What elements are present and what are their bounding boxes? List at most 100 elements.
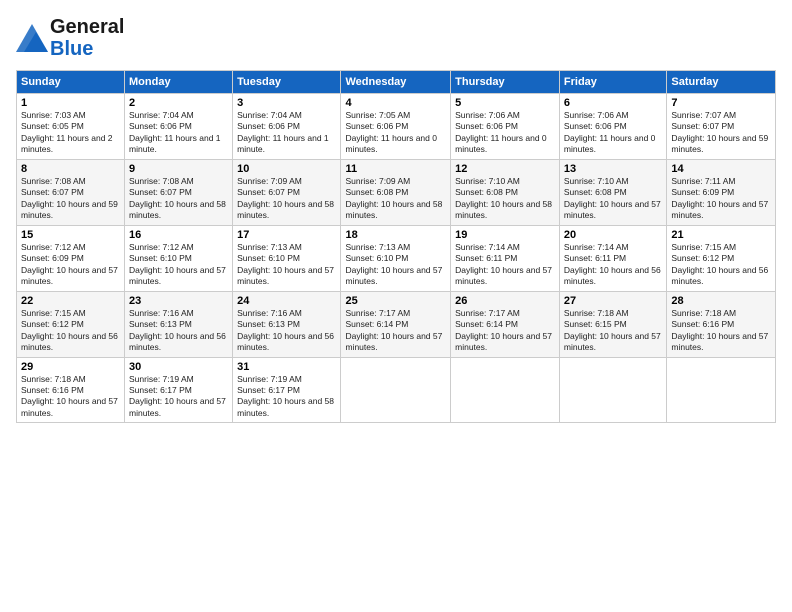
calendar-week-2: 8 Sunrise: 7:08 AMSunset: 6:07 PMDayligh… xyxy=(17,159,776,225)
header-tuesday: Tuesday xyxy=(233,71,341,94)
day-info: Sunrise: 7:08 AMSunset: 6:07 PMDaylight:… xyxy=(129,176,226,220)
calendar-cell: 15 Sunrise: 7:12 AMSunset: 6:09 PMDaylig… xyxy=(17,225,125,291)
day-number: 29 xyxy=(21,361,120,373)
day-info: Sunrise: 7:06 AMSunset: 6:06 PMDaylight:… xyxy=(455,110,547,154)
calendar-week-4: 22 Sunrise: 7:15 AMSunset: 6:12 PMDaylig… xyxy=(17,291,776,357)
day-info: Sunrise: 7:15 AMSunset: 6:12 PMDaylight:… xyxy=(671,242,768,286)
day-info: Sunrise: 7:13 AMSunset: 6:10 PMDaylight:… xyxy=(237,242,334,286)
day-info: Sunrise: 7:19 AMSunset: 6:17 PMDaylight:… xyxy=(237,374,334,418)
calendar-cell: 29 Sunrise: 7:18 AMSunset: 6:16 PMDaylig… xyxy=(17,357,125,423)
day-number: 21 xyxy=(671,229,771,241)
header-monday: Monday xyxy=(125,71,233,94)
day-number: 9 xyxy=(129,163,228,175)
day-number: 11 xyxy=(345,163,446,175)
day-info: Sunrise: 7:11 AMSunset: 6:09 PMDaylight:… xyxy=(671,176,768,220)
day-info: Sunrise: 7:07 AMSunset: 6:07 PMDaylight:… xyxy=(671,110,768,154)
header-thursday: Thursday xyxy=(451,71,560,94)
day-info: Sunrise: 7:12 AMSunset: 6:09 PMDaylight:… xyxy=(21,242,118,286)
calendar-cell: 31 Sunrise: 7:19 AMSunset: 6:17 PMDaylig… xyxy=(233,357,341,423)
calendar-cell: 17 Sunrise: 7:13 AMSunset: 6:10 PMDaylig… xyxy=(233,225,341,291)
day-number: 6 xyxy=(564,97,662,109)
day-number: 30 xyxy=(129,361,228,373)
day-number: 8 xyxy=(21,163,120,175)
day-info: Sunrise: 7:17 AMSunset: 6:14 PMDaylight:… xyxy=(345,308,442,352)
header-saturday: Saturday xyxy=(667,71,776,94)
calendar-cell: 3 Sunrise: 7:04 AMSunset: 6:06 PMDayligh… xyxy=(233,94,341,160)
day-info: Sunrise: 7:08 AMSunset: 6:07 PMDaylight:… xyxy=(21,176,118,220)
logo-text: General Blue xyxy=(50,16,124,60)
day-info: Sunrise: 7:19 AMSunset: 6:17 PMDaylight:… xyxy=(129,374,226,418)
day-info: Sunrise: 7:14 AMSunset: 6:11 PMDaylight:… xyxy=(564,242,661,286)
day-info: Sunrise: 7:05 AMSunset: 6:06 PMDaylight:… xyxy=(345,110,437,154)
calendar-cell: 1 Sunrise: 7:03 AMSunset: 6:05 PMDayligh… xyxy=(17,94,125,160)
day-info: Sunrise: 7:12 AMSunset: 6:10 PMDaylight:… xyxy=(129,242,226,286)
day-number: 19 xyxy=(455,229,555,241)
calendar-cell xyxy=(341,357,451,423)
calendar-cell xyxy=(559,357,666,423)
day-number: 31 xyxy=(237,361,336,373)
day-number: 12 xyxy=(455,163,555,175)
calendar-week-5: 29 Sunrise: 7:18 AMSunset: 6:16 PMDaylig… xyxy=(17,357,776,423)
day-info: Sunrise: 7:09 AMSunset: 6:07 PMDaylight:… xyxy=(237,176,334,220)
day-number: 14 xyxy=(671,163,771,175)
calendar-cell: 16 Sunrise: 7:12 AMSunset: 6:10 PMDaylig… xyxy=(125,225,233,291)
day-number: 2 xyxy=(129,97,228,109)
day-info: Sunrise: 7:16 AMSunset: 6:13 PMDaylight:… xyxy=(129,308,226,352)
logo: General Blue xyxy=(16,16,124,60)
calendar-cell: 30 Sunrise: 7:19 AMSunset: 6:17 PMDaylig… xyxy=(125,357,233,423)
calendar-cell: 20 Sunrise: 7:14 AMSunset: 6:11 PMDaylig… xyxy=(559,225,666,291)
calendar-cell: 26 Sunrise: 7:17 AMSunset: 6:14 PMDaylig… xyxy=(451,291,560,357)
calendar-cell: 10 Sunrise: 7:09 AMSunset: 6:07 PMDaylig… xyxy=(233,159,341,225)
calendar-cell: 27 Sunrise: 7:18 AMSunset: 6:15 PMDaylig… xyxy=(559,291,666,357)
day-number: 15 xyxy=(21,229,120,241)
calendar-cell: 21 Sunrise: 7:15 AMSunset: 6:12 PMDaylig… xyxy=(667,225,776,291)
page: General Blue Sunday Monday Tuesday Wedne… xyxy=(0,0,792,612)
logo-icon xyxy=(16,24,48,52)
calendar-cell: 14 Sunrise: 7:11 AMSunset: 6:09 PMDaylig… xyxy=(667,159,776,225)
day-number: 27 xyxy=(564,295,662,307)
day-number: 24 xyxy=(237,295,336,307)
calendar-cell: 4 Sunrise: 7:05 AMSunset: 6:06 PMDayligh… xyxy=(341,94,451,160)
day-number: 28 xyxy=(671,295,771,307)
day-number: 17 xyxy=(237,229,336,241)
day-number: 10 xyxy=(237,163,336,175)
day-number: 4 xyxy=(345,97,446,109)
calendar-week-1: 1 Sunrise: 7:03 AMSunset: 6:05 PMDayligh… xyxy=(17,94,776,160)
day-number: 7 xyxy=(671,97,771,109)
calendar-cell: 8 Sunrise: 7:08 AMSunset: 6:07 PMDayligh… xyxy=(17,159,125,225)
header-wednesday: Wednesday xyxy=(341,71,451,94)
calendar-cell: 11 Sunrise: 7:09 AMSunset: 6:08 PMDaylig… xyxy=(341,159,451,225)
header: General Blue xyxy=(16,16,776,60)
day-info: Sunrise: 7:13 AMSunset: 6:10 PMDaylight:… xyxy=(345,242,442,286)
day-number: 16 xyxy=(129,229,228,241)
weekday-header-row: Sunday Monday Tuesday Wednesday Thursday… xyxy=(17,71,776,94)
day-number: 26 xyxy=(455,295,555,307)
calendar-cell: 2 Sunrise: 7:04 AMSunset: 6:06 PMDayligh… xyxy=(125,94,233,160)
calendar-week-3: 15 Sunrise: 7:12 AMSunset: 6:09 PMDaylig… xyxy=(17,225,776,291)
day-number: 5 xyxy=(455,97,555,109)
day-info: Sunrise: 7:04 AMSunset: 6:06 PMDaylight:… xyxy=(129,110,221,154)
day-number: 18 xyxy=(345,229,446,241)
calendar-cell: 7 Sunrise: 7:07 AMSunset: 6:07 PMDayligh… xyxy=(667,94,776,160)
day-number: 3 xyxy=(237,97,336,109)
day-info: Sunrise: 7:18 AMSunset: 6:16 PMDaylight:… xyxy=(671,308,768,352)
calendar-cell: 12 Sunrise: 7:10 AMSunset: 6:08 PMDaylig… xyxy=(451,159,560,225)
calendar-cell: 18 Sunrise: 7:13 AMSunset: 6:10 PMDaylig… xyxy=(341,225,451,291)
day-info: Sunrise: 7:15 AMSunset: 6:12 PMDaylight:… xyxy=(21,308,118,352)
calendar-cell: 25 Sunrise: 7:17 AMSunset: 6:14 PMDaylig… xyxy=(341,291,451,357)
day-info: Sunrise: 7:10 AMSunset: 6:08 PMDaylight:… xyxy=(455,176,552,220)
calendar-cell: 5 Sunrise: 7:06 AMSunset: 6:06 PMDayligh… xyxy=(451,94,560,160)
day-number: 23 xyxy=(129,295,228,307)
calendar: Sunday Monday Tuesday Wednesday Thursday… xyxy=(16,70,776,423)
calendar-cell: 22 Sunrise: 7:15 AMSunset: 6:12 PMDaylig… xyxy=(17,291,125,357)
day-number: 25 xyxy=(345,295,446,307)
header-friday: Friday xyxy=(559,71,666,94)
calendar-cell: 13 Sunrise: 7:10 AMSunset: 6:08 PMDaylig… xyxy=(559,159,666,225)
day-info: Sunrise: 7:18 AMSunset: 6:16 PMDaylight:… xyxy=(21,374,118,418)
day-info: Sunrise: 7:03 AMSunset: 6:05 PMDaylight:… xyxy=(21,110,113,154)
calendar-cell: 19 Sunrise: 7:14 AMSunset: 6:11 PMDaylig… xyxy=(451,225,560,291)
day-number: 20 xyxy=(564,229,662,241)
calendar-cell: 23 Sunrise: 7:16 AMSunset: 6:13 PMDaylig… xyxy=(125,291,233,357)
day-info: Sunrise: 7:10 AMSunset: 6:08 PMDaylight:… xyxy=(564,176,661,220)
day-info: Sunrise: 7:18 AMSunset: 6:15 PMDaylight:… xyxy=(564,308,661,352)
